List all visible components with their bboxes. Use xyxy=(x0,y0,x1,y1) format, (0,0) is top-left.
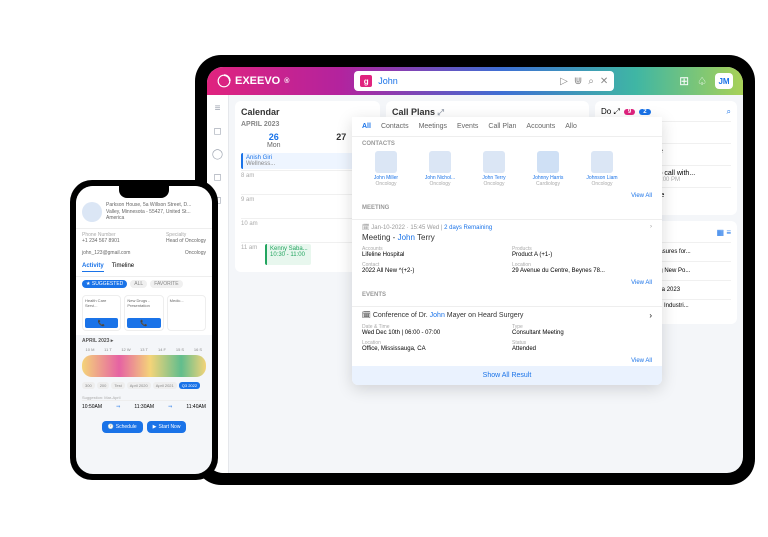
tab-allo[interactable]: Allo xyxy=(565,123,577,130)
tag[interactable]: 200 xyxy=(97,382,110,389)
call-icon[interactable]: 📞 xyxy=(127,318,160,328)
specialty: Head of Oncology xyxy=(166,238,206,244)
brand-logo: EXEEVO® xyxy=(217,74,289,88)
grid-icon[interactable]: ▦ ≡ xyxy=(717,228,731,237)
contact-result[interactable]: Johnny HarrisCardiology xyxy=(524,151,572,187)
search-input[interactable] xyxy=(378,76,554,86)
tab-timeline[interactable]: Timeline xyxy=(112,263,134,272)
search-brand-icon: g xyxy=(360,75,372,87)
tag[interactable]: April 2021 xyxy=(153,382,177,389)
menu-icon[interactable]: ≡ xyxy=(215,103,221,114)
close-icon[interactable]: ✕ xyxy=(600,76,608,87)
todo-badge: 2 xyxy=(639,109,650,115)
calendar-event[interactable]: Kenny Saba...10:30 - 11:00 xyxy=(265,244,311,265)
view-all-link[interactable]: View All xyxy=(352,278,662,288)
bell-icon[interactable]: ♤ xyxy=(697,75,707,88)
content-card[interactable]: Medic... xyxy=(167,295,206,331)
user-avatar[interactable]: JM xyxy=(715,73,733,89)
tab-events[interactable]: Events xyxy=(457,123,478,130)
activity-wave xyxy=(82,355,206,377)
start-now-button[interactable]: ▶ Start Now xyxy=(147,421,187,433)
card-title: Call Plans xyxy=(392,107,435,117)
filter-chip[interactable]: FAVORITE xyxy=(150,280,182,288)
card-title: Do xyxy=(601,107,611,116)
mic-icon[interactable]: ⋓ xyxy=(574,76,582,87)
expand-icon[interactable]: ⤢ xyxy=(438,108,444,117)
view-all-link[interactable]: View All xyxy=(352,356,662,366)
tablet-screen: EXEEVO® g ▷ ⋓ ⌕ ✕ ⊞ ♤ JM ≡ ◻ ◯ ◻ ◻ Calen… xyxy=(207,67,743,473)
show-all-button[interactable]: Show All Result xyxy=(352,366,662,385)
search-icon[interactable]: ⌕ xyxy=(727,107,731,117)
send-icon[interactable]: ▷ xyxy=(560,76,568,87)
chevron-right-icon: › xyxy=(649,311,652,320)
section-label: CONTACTS xyxy=(362,141,652,147)
phone-screen: Parkson House, 5a Willson Street, D... V… xyxy=(76,186,212,474)
phone-frame: Parkson House, 5a Willson Street, D... V… xyxy=(70,180,218,480)
view-all-link[interactable]: View All xyxy=(352,191,662,201)
contact-result[interactable]: John MillerOncology xyxy=(362,151,410,187)
dropdown-tabs: All Contacts Meetings Events Call Plan A… xyxy=(352,117,662,137)
tab-activity[interactable]: Activity xyxy=(82,263,104,272)
tab-meetings[interactable]: Meetings xyxy=(419,123,447,130)
nav-icon[interactable]: ◻ xyxy=(213,172,221,183)
search-dropdown: All Contacts Meetings Events Call Plan A… xyxy=(352,117,662,385)
logo-icon xyxy=(217,74,231,88)
nav-icon[interactable]: ◻ xyxy=(213,126,221,137)
list-item[interactable]: 10:50AM⇒11:30AM⇒11:40AM xyxy=(82,400,206,413)
section-label: MEETING xyxy=(362,205,652,211)
contact-result[interactable]: Johnson LiamOncology xyxy=(578,151,626,187)
call-icon[interactable]: 📞 xyxy=(85,318,118,328)
content-card[interactable]: Health Care Servi...📞 xyxy=(82,295,121,331)
tab-contacts[interactable]: Contacts xyxy=(381,123,409,130)
app-header: EXEEVO® g ▷ ⋓ ⌕ ✕ ⊞ ♤ JM xyxy=(207,67,743,95)
phone-number: +1 234 567 8901 xyxy=(82,238,120,244)
department: Oncology xyxy=(185,250,206,256)
filter-chip[interactable]: ALL xyxy=(130,280,147,288)
tab-all[interactable]: All xyxy=(362,123,371,130)
expand-icon[interactable]: ⤢ xyxy=(613,107,619,116)
nav-icon[interactable]: ◯ xyxy=(212,149,223,160)
content-card[interactable]: New Drugs - Presentation📞 xyxy=(124,295,163,331)
add-icon[interactable]: ⊞ xyxy=(679,74,689,88)
filter-chip[interactable]: ★ SUGGESTED xyxy=(82,280,127,288)
tag[interactable]: 300 xyxy=(82,382,95,389)
meeting-result[interactable]: 🗓 Jan-10-2022 · 15:45 Wed | 2 days Remai… xyxy=(352,219,662,278)
todo-badge: 9 xyxy=(624,109,635,115)
chevron-right-icon: › xyxy=(650,224,652,231)
contact-result[interactable]: John TerryOncology xyxy=(470,151,518,187)
event-result[interactable]: 🗓 Conference of Dr. John Mayer on Heard … xyxy=(352,306,662,356)
address: Parkson House, 5a Willson Street, D... V… xyxy=(106,202,206,222)
tab-callplan[interactable]: Call Plan xyxy=(488,123,516,130)
tag[interactable]: Test xyxy=(111,382,124,389)
email: john_123@gmail.com xyxy=(82,250,130,256)
calendar-title: Calendar xyxy=(241,107,280,117)
contact-result[interactable]: John Nichol...Oncology xyxy=(416,151,464,187)
tag[interactable]: April 2020 xyxy=(127,382,151,389)
tablet-frame: EXEEVO® g ▷ ⋓ ⌕ ✕ ⊞ ♤ JM ≡ ◻ ◯ ◻ ◻ Calen… xyxy=(195,55,755,485)
calendar-day[interactable]: 26Mon xyxy=(241,132,307,149)
section-label: EVENTS xyxy=(362,292,652,298)
search-icon[interactable]: ⌕ xyxy=(588,76,594,87)
tab-accounts[interactable]: Accounts xyxy=(526,123,555,130)
schedule-button[interactable]: 🕐 Schedule xyxy=(102,421,143,433)
month-label[interactable]: APRIL 2023 ▸ xyxy=(76,335,212,347)
tag[interactable]: Q3 2022 xyxy=(179,382,200,389)
global-search[interactable]: g ▷ ⋓ ⌕ ✕ xyxy=(354,71,614,91)
avatar[interactable] xyxy=(82,202,102,222)
